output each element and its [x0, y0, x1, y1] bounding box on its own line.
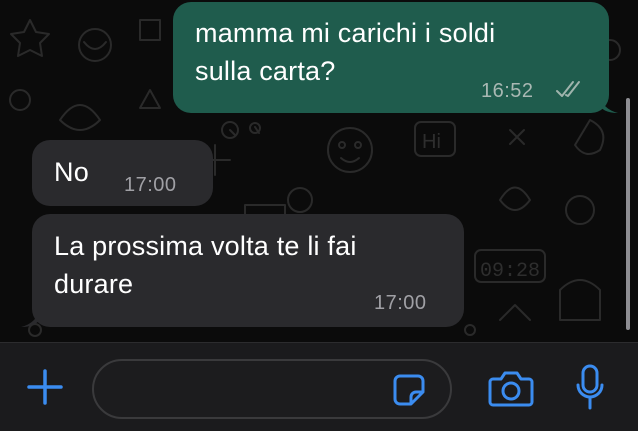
- chat-scrollbar[interactable]: [626, 98, 630, 330]
- message-incoming[interactable]: No 17:00: [32, 140, 213, 206]
- bubble-tail: [598, 93, 618, 113]
- wallpaper-clock-doodle: 09:28: [480, 260, 540, 283]
- chat-area[interactable]: Hi 09:28 mamma mi carichi i soldi sulla …: [0, 0, 638, 342]
- wallpaper-hi-doodle: Hi: [422, 131, 441, 153]
- bubble-tail: [21, 307, 41, 327]
- microphone-icon[interactable]: [575, 363, 605, 411]
- message-time: 17:00: [124, 174, 177, 196]
- message-text: No: [54, 157, 89, 187]
- sticker-icon[interactable]: [392, 373, 426, 407]
- composer-bar: [0, 342, 638, 431]
- read-receipt-icon: [556, 81, 580, 97]
- message-incoming[interactable]: La prossima volta te li fai durare 17:00: [21, 214, 464, 327]
- message-input[interactable]: [116, 377, 390, 405]
- message-time: 16:52: [481, 80, 534, 102]
- camera-icon[interactable]: [487, 369, 535, 409]
- message-text: mamma mi carichi i soldi sulla carta?: [195, 18, 496, 86]
- message-input-field[interactable]: [92, 359, 452, 419]
- message-time: 17:00: [374, 292, 427, 314]
- message-outgoing[interactable]: mamma mi carichi i soldi sulla carta? 16…: [173, 2, 618, 113]
- plus-icon[interactable]: [27, 369, 63, 405]
